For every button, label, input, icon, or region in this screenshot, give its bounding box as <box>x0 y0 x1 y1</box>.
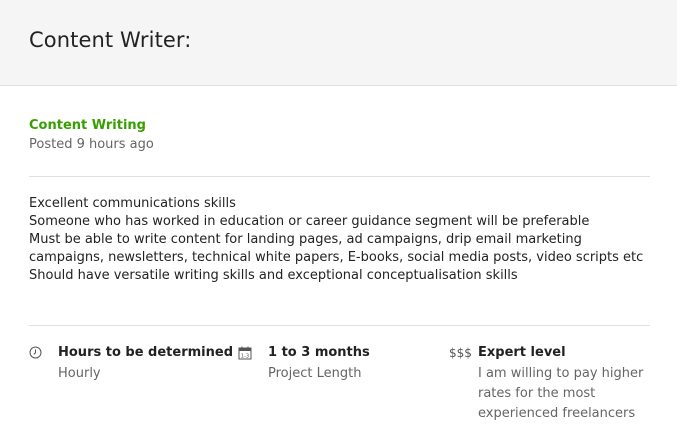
posted-time: Posted 9 hours ago <box>29 137 154 152</box>
job-header: Content Writer: <box>0 0 677 86</box>
description-line: Someone who has worked in education or c… <box>29 214 590 229</box>
description-line: Must be able to write content for landin… <box>29 232 644 265</box>
divider <box>29 325 650 326</box>
feature-duration-subtitle: Project Length <box>268 366 362 381</box>
job-description: Excellent communications skills Someone … <box>29 195 654 285</box>
job-title: Content Writer: <box>29 28 192 52</box>
feature-level-subtitle: I am willing to pay higher rates for the… <box>478 366 644 421</box>
calendar-icon: 1-3 <box>238 346 253 361</box>
feature-hours-subtitle: Hourly <box>58 366 101 381</box>
feature-duration-title: 1 to 3 months <box>268 345 370 360</box>
svg-text:1-3: 1-3 <box>241 354 249 360</box>
clock-icon <box>29 346 44 361</box>
description-line: Should have versatile writing skills and… <box>29 268 518 283</box>
divider <box>29 176 650 177</box>
feature-hours-title: Hours to be determined <box>58 345 234 360</box>
job-category-link[interactable]: Content Writing <box>29 118 146 133</box>
dollar-icon: $$$ <box>449 346 472 360</box>
feature-level-title: Expert level <box>478 345 566 360</box>
description-line: Excellent communications skills <box>29 196 236 211</box>
